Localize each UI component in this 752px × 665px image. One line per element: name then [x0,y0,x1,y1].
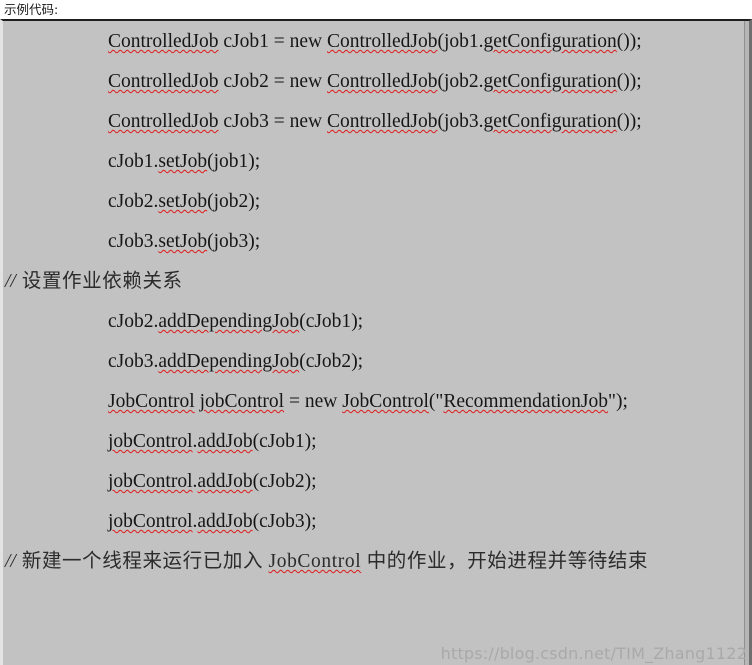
code-line: //设置作业依赖关系 [5,271,183,292]
misspelled-token: addDependingJob [158,351,300,372]
misspelled-token: ControlledJob [108,71,219,92]
misspelled-token: addJob [197,511,253,532]
misspelled-token: ControlledJob [327,31,438,52]
misspelled-token: setJob [158,191,208,212]
code-block: ControlledJob cJob1 = new ControlledJob(… [0,19,752,665]
vertical-scrollbar[interactable] [744,21,749,665]
code-line: cJob3.setJob(job3); [108,231,261,252]
misspelled-token: jobControl [199,391,285,412]
code-line: jobControl.addJob(cJob3); [108,511,317,532]
code-line: JobControl jobControl = new JobControl("… [108,391,628,412]
misspelled-token: ControlledJob [108,111,219,132]
page-title: 示例代码: [0,0,752,19]
misspelled-token: addDependingJob [158,311,300,332]
code-line: cJob1.setJob(job1); [108,151,261,172]
misspelled-token: ControlledJob [327,71,438,92]
misspelled-token: ControlledJob [327,111,438,132]
misspelled-token: getConfiguration [483,31,617,52]
misspelled-token: setJob [158,151,208,172]
code-line: cJob2.setJob(job2); [108,191,261,212]
misspelled-token: JobControl [342,391,429,412]
code-line: ControlledJob cJob1 = new ControlledJob(… [108,31,642,52]
code-line: cJob2.addDependingJob(cJob1); [108,311,364,332]
misspelled-token: jobControl [108,471,193,492]
misspelled-token: jobControl [108,431,193,452]
code-line: //新建一个线程来运行已加入 JobControl 中的作业，开始进程并等待结束 [5,551,649,572]
watermark-url: https://blog.csdn.net/TIM_Zhang1122 [440,644,747,663]
comment-marker: // [5,551,16,572]
code-line: jobControl.addJob(cJob1); [108,431,317,452]
code-line: cJob3.addDependingJob(cJob2); [108,351,364,372]
misspelled-token: JobControl [268,551,362,572]
misspelled-token: RecommendationJob [443,391,608,412]
misspelled-token: ControlledJob [108,31,219,52]
code-listing: ControlledJob cJob1 = new ControlledJob(… [3,21,749,577]
misspelled-token: JobControl [108,391,195,412]
code-line: jobControl.addJob(cJob2); [108,471,317,492]
misspelled-token: addJob [197,471,253,492]
misspelled-token: getConfiguration [483,111,617,132]
code-line: ControlledJob cJob2 = new ControlledJob(… [108,71,642,92]
code-line: ControlledJob cJob3 = new ControlledJob(… [108,111,642,132]
comment-marker: // [5,271,16,292]
misspelled-token: addJob [197,431,253,452]
misspelled-token: setJob [158,231,208,252]
misspelled-token: jobControl [108,511,193,532]
misspelled-token: getConfiguration [483,71,617,92]
